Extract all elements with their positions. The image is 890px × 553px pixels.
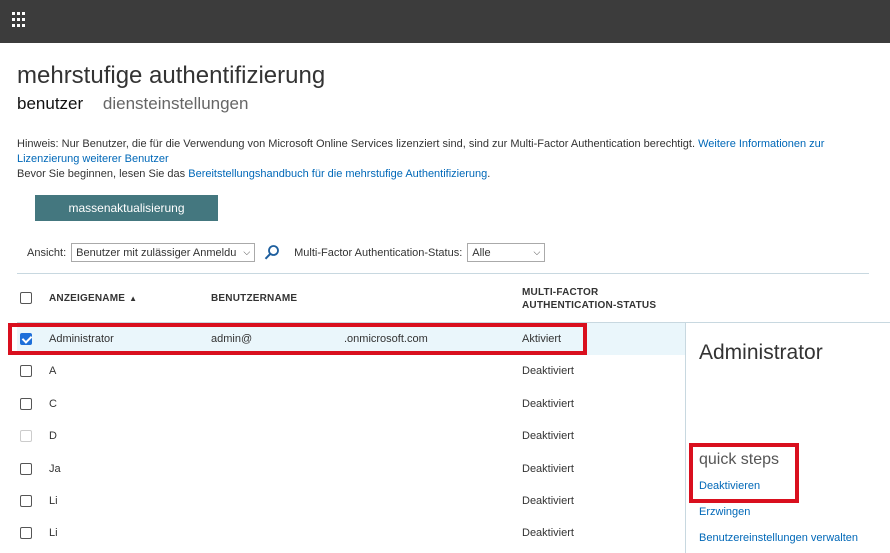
cell-display-name: Li bbox=[49, 527, 58, 540]
mfa-status-label: Multi-Factor Authentication-Status: bbox=[294, 246, 463, 259]
tab-users[interactable]: benutzer bbox=[17, 94, 83, 114]
highlight-selected-row bbox=[8, 323, 587, 355]
chevron-down-icon: ⌵ bbox=[243, 247, 251, 257]
cell-display-name: C bbox=[49, 397, 57, 410]
search-icon[interactable] bbox=[263, 244, 281, 262]
select-all-checkbox[interactable] bbox=[20, 292, 32, 304]
page-title: mehrstufige authentifizierung bbox=[17, 62, 326, 89]
highlight-quick-steps bbox=[689, 443, 799, 503]
filter-bar: Ansicht: Benutzer mit zulässiger Anmeldu… bbox=[27, 243, 546, 262]
column-label: ANZEIGENAME bbox=[49, 293, 126, 304]
cell-mfa-status: Deaktiviert bbox=[522, 430, 574, 443]
row-checkbox[interactable] bbox=[20, 365, 32, 378]
tab-service-settings[interactable]: diensteinstellungen bbox=[103, 94, 249, 114]
hint-prefix: Bevor Sie beginnen, lesen Sie das bbox=[17, 168, 189, 180]
row-checkbox[interactable] bbox=[20, 462, 32, 475]
table-row[interactable]: Li Deaktiviert bbox=[17, 517, 685, 549]
hint-text: Hinweis: Nur Benutzer, die für die Verwe… bbox=[17, 138, 699, 150]
table-row[interactable]: A Deaktiviert bbox=[17, 355, 685, 387]
cell-display-name: A bbox=[49, 365, 57, 378]
view-label: Ansicht: bbox=[27, 246, 67, 259]
manage-user-settings-link[interactable]: Benutzereinstellungen verwalten bbox=[699, 532, 858, 544]
cell-display-name: D bbox=[49, 430, 57, 443]
cell-mfa-status: Deaktiviert bbox=[522, 495, 574, 507]
table-row[interactable]: Ja Deaktiviert bbox=[17, 453, 685, 485]
enforce-link[interactable]: Erzwingen bbox=[699, 506, 750, 518]
column-header-user-name[interactable]: BENUTZERNAME bbox=[211, 293, 297, 304]
top-bar bbox=[0, 0, 890, 43]
table-row[interactable]: Li Deaktiviert bbox=[17, 485, 685, 517]
licensing-hint: Hinweis: Nur Benutzer, die für die Verwe… bbox=[17, 137, 867, 182]
mfa-status-select[interactable]: Alle ⌵ bbox=[467, 243, 546, 262]
app-launcher-icon[interactable] bbox=[12, 12, 28, 28]
row-checkbox bbox=[20, 430, 32, 443]
row-checkbox[interactable] bbox=[20, 397, 32, 410]
deployment-guide-link[interactable]: Bereitstellungshandbuch für die mehrstuf… bbox=[188, 168, 487, 180]
row-checkbox[interactable] bbox=[20, 527, 32, 540]
divider bbox=[17, 273, 869, 274]
cell-mfa-status: Deaktiviert bbox=[522, 365, 574, 378]
column-label: AUTHENTICATION-STATUS bbox=[522, 300, 657, 311]
view-select-value: Benutzer mit zulässiger Anmeldu bbox=[76, 246, 237, 259]
column-header-display-name[interactable]: ANZEIGENAME ▲ bbox=[49, 293, 137, 304]
table-row[interactable]: D Deaktiviert bbox=[17, 420, 685, 452]
cell-display-name: Li bbox=[49, 495, 58, 507]
chevron-down-icon: ⌵ bbox=[533, 247, 541, 257]
cell-mfa-status: Deaktiviert bbox=[522, 397, 574, 410]
mfa-status-select-value: Alle bbox=[472, 246, 491, 259]
tab-bar: benutzer diensteinstellungen bbox=[17, 94, 263, 114]
hint-suffix: . bbox=[487, 168, 491, 180]
cell-display-name: Ja bbox=[49, 462, 61, 475]
column-header-mfa-status[interactable]: MULTI-FACTOR AUTHENTICATION-STATUS bbox=[522, 286, 656, 312]
bulk-update-button[interactable]: massenaktualisierung bbox=[35, 195, 218, 221]
row-checkbox[interactable] bbox=[20, 495, 32, 507]
table-row[interactable]: C Deaktiviert bbox=[17, 388, 685, 420]
cell-mfa-status: Deaktiviert bbox=[522, 462, 574, 475]
view-select[interactable]: Benutzer mit zulässiger Anmeldu ⌵ bbox=[71, 243, 256, 262]
detail-panel-title: Administrator bbox=[699, 341, 823, 364]
column-label: MULTI-FACTOR bbox=[522, 287, 599, 298]
panel-divider bbox=[685, 322, 890, 323]
cell-mfa-status: Deaktiviert bbox=[522, 527, 574, 540]
panel-divider bbox=[685, 322, 686, 553]
sort-ascending-icon: ▲ bbox=[129, 294, 138, 303]
